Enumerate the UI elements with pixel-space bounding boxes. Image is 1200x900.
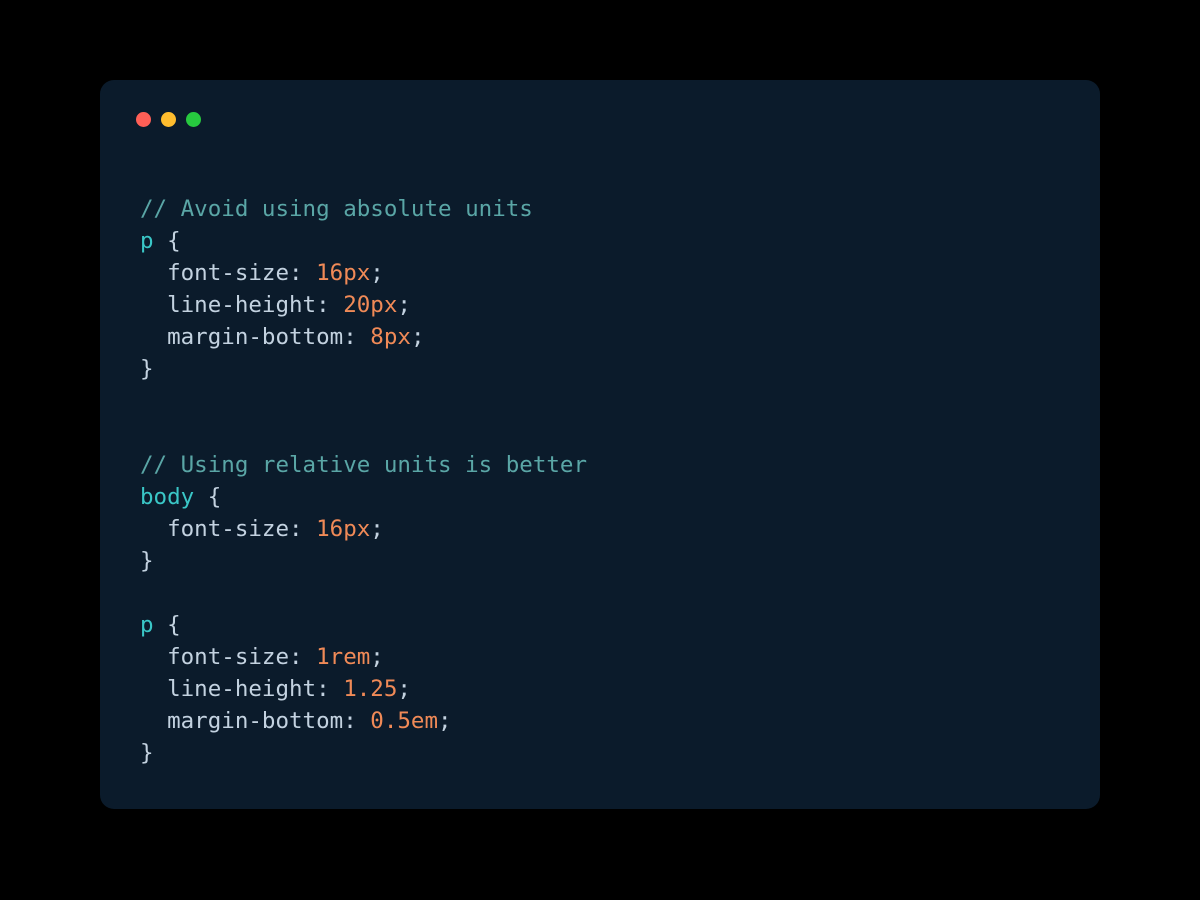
- minimize-icon[interactable]: [161, 112, 176, 127]
- value: 8px: [370, 324, 411, 350]
- brace-open: {: [154, 612, 181, 638]
- semicolon: ;: [397, 676, 411, 702]
- indent: [140, 676, 167, 702]
- brace-open: {: [194, 484, 221, 510]
- selector: body: [140, 484, 194, 510]
- selector: p: [140, 612, 154, 638]
- comment-line: // Avoid using absolute units: [140, 196, 533, 222]
- value: 16px: [316, 516, 370, 542]
- maximize-icon[interactable]: [186, 112, 201, 127]
- space: [330, 676, 344, 702]
- space: [303, 516, 317, 542]
- semicolon: ;: [370, 644, 384, 670]
- selector: p: [140, 228, 154, 254]
- close-icon[interactable]: [136, 112, 151, 127]
- value: 1rem: [316, 644, 370, 670]
- value: 1.25: [343, 676, 397, 702]
- space: [357, 708, 371, 734]
- value: 20px: [343, 292, 397, 318]
- brace-close: }: [140, 356, 154, 382]
- comment-line: // Using relative units is better: [140, 452, 587, 478]
- colon: :: [343, 708, 357, 734]
- colon: :: [289, 260, 303, 286]
- space: [330, 292, 344, 318]
- semicolon: ;: [370, 516, 384, 542]
- semicolon: ;: [438, 708, 452, 734]
- colon: :: [316, 676, 330, 702]
- property: margin-bottom: [167, 324, 343, 350]
- indent: [140, 260, 167, 286]
- value: 16px: [316, 260, 370, 286]
- indent: [140, 708, 167, 734]
- property: line-height: [167, 292, 316, 318]
- semicolon: ;: [370, 260, 384, 286]
- indent: [140, 324, 167, 350]
- space: [303, 644, 317, 670]
- brace-open: {: [154, 228, 181, 254]
- semicolon: ;: [411, 324, 425, 350]
- brace-close: }: [140, 548, 154, 574]
- indent: [140, 292, 167, 318]
- semicolon: ;: [397, 292, 411, 318]
- indent: [140, 516, 167, 542]
- property: line-height: [167, 676, 316, 702]
- colon: :: [289, 516, 303, 542]
- window-traffic-lights: [136, 112, 1060, 127]
- brace-close: }: [140, 740, 154, 766]
- colon: :: [343, 324, 357, 350]
- value: 0.5em: [370, 708, 438, 734]
- space: [357, 324, 371, 350]
- property: margin-bottom: [167, 708, 343, 734]
- property: font-size: [167, 516, 289, 542]
- code-window: // Avoid using absolute units p { font-s…: [100, 80, 1100, 809]
- colon: :: [289, 644, 303, 670]
- space: [303, 260, 317, 286]
- code-block: // Avoid using absolute units p { font-s…: [140, 161, 1060, 769]
- indent: [140, 644, 167, 670]
- property: font-size: [167, 644, 289, 670]
- colon: :: [316, 292, 330, 318]
- property: font-size: [167, 260, 289, 286]
